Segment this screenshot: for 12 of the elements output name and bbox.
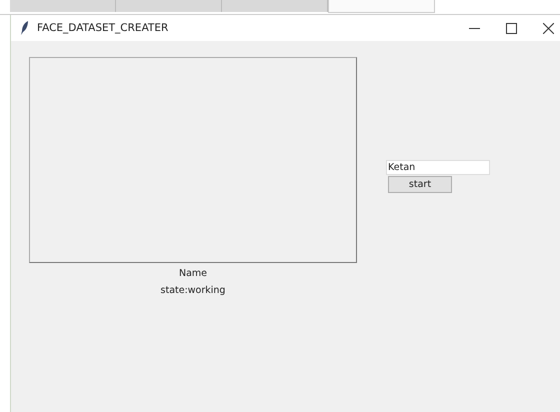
maximize-icon[interactable] <box>506 22 517 34</box>
editor-tab[interactable] <box>10 0 116 12</box>
close-icon[interactable] <box>543 22 554 34</box>
name-field[interactable]: Ketan <box>386 160 490 175</box>
feather-icon <box>21 21 29 35</box>
start-button[interactable]: start <box>388 176 452 193</box>
window-title: FACE_DATASET_CREATER <box>37 22 168 34</box>
state-label: state:working <box>160 284 226 297</box>
editor-tab[interactable] <box>222 0 328 12</box>
editor-tab[interactable] <box>328 0 435 13</box>
name-label: Name <box>178 267 208 280</box>
editor-tab[interactable] <box>116 0 222 12</box>
